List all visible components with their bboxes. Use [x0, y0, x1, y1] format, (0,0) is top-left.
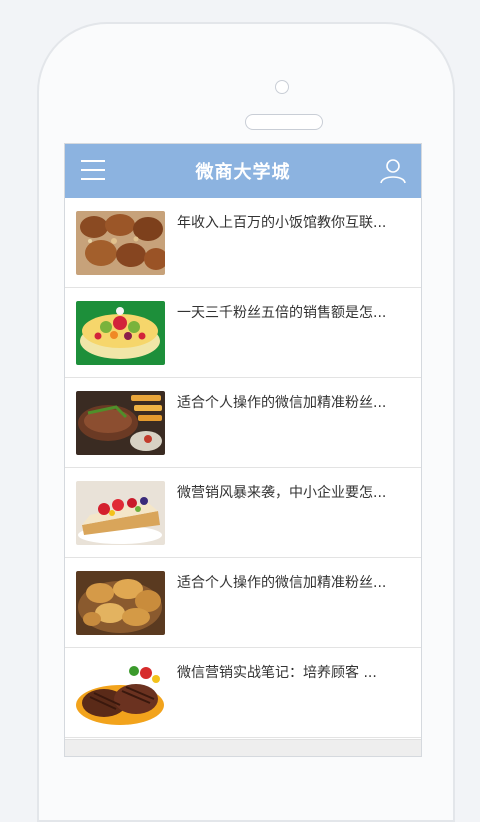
article-title: 适合个人操作的微信加精准粉丝... [177, 575, 387, 591]
page-title: 微商大学城 [195, 162, 291, 183]
article-title: 微营销风暴来袭，中小企业要怎... [177, 485, 387, 501]
phone-camera [275, 80, 289, 94]
list-item[interactable]: 微信营销实战笔记：培养顾客 ... [65, 648, 421, 738]
article-title: 适合个人操作的微信加精准粉丝... [177, 395, 387, 411]
article-list: 年收入上百万的小饭馆教你互联... 一天三千粉丝五倍的销售额是怎... 适合个人… [65, 198, 421, 738]
footer-strip [65, 739, 421, 756]
strawberry-tart-image [76, 480, 165, 545]
steak-and-fries-image [76, 390, 165, 455]
user-profile-icon[interactable] [379, 158, 407, 184]
baked-pears-image [76, 570, 165, 635]
phone-speaker [245, 114, 323, 130]
hamburger-menu-icon[interactable] [81, 160, 105, 182]
top-bar: 微商大学城 [65, 144, 421, 198]
article-title: 一天三千粉丝五倍的销售额是怎... [177, 305, 387, 321]
article-title: 微信营销实战笔记：培养顾客 ... [177, 665, 377, 681]
article-title: 年收入上百万的小饭馆教你互联... [177, 215, 387, 231]
list-item[interactable]: 年收入上百万的小饭馆教你互联... [65, 198, 421, 288]
list-item[interactable]: 适合个人操作的微信加精准粉丝... [65, 558, 421, 648]
list-item[interactable]: 微营销风暴来袭，中小企业要怎... [65, 468, 421, 558]
grilled-steak-plate-image [76, 660, 165, 725]
list-item[interactable]: 适合个人操作的微信加精准粉丝... [65, 378, 421, 468]
fried-chicken-dish-image [76, 210, 165, 275]
list-item[interactable]: 一天三千粉丝五倍的销售额是怎... [65, 288, 421, 378]
fruit-cake-image [76, 300, 165, 365]
app-screen: 微商大学城 年收入上百万的小饭馆教你互联... 一天三千粉丝五倍的销售额是怎..… [64, 143, 422, 757]
